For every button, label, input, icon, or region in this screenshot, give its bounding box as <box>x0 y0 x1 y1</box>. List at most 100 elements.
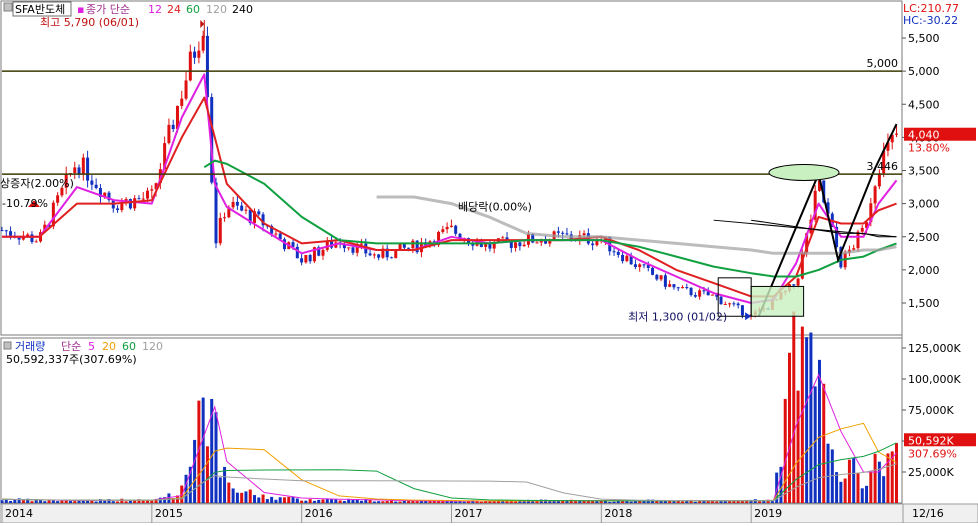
candle-body <box>672 284 676 288</box>
candle-body <box>454 225 458 234</box>
candle-body <box>90 180 94 185</box>
price-ma-label: 종가 단순 <box>86 3 130 16</box>
volume-bar <box>415 501 419 503</box>
candle-body <box>17 237 21 240</box>
volume-bar <box>304 500 308 503</box>
volume-bar <box>13 499 17 503</box>
volume-bar <box>240 492 244 503</box>
stock-chart[interactable]: 5,5005,0004,5004,0003,5003,0002,5002,000… <box>0 0 978 524</box>
volume-bar <box>257 497 261 503</box>
candle-body <box>663 275 667 287</box>
volume-bar <box>338 500 342 503</box>
candle-body <box>591 243 595 246</box>
candle-body <box>702 290 706 292</box>
candle-body <box>441 229 445 232</box>
candle-body <box>612 251 616 253</box>
volume-bar <box>835 472 839 503</box>
volume-bar <box>231 488 235 503</box>
candle-body <box>188 51 192 81</box>
vol-ma-120-label: 120 <box>142 340 163 353</box>
volume-bar <box>895 443 899 503</box>
volume-bar <box>505 501 509 503</box>
accumulation-box[interactable] <box>750 285 805 317</box>
candle-body <box>240 205 244 211</box>
volume-bar <box>312 500 316 503</box>
volume-bar <box>265 499 269 503</box>
volume-bar <box>227 482 231 503</box>
candle-body <box>852 248 856 250</box>
candle-body <box>167 124 171 144</box>
candle-body <box>539 240 543 243</box>
candle-body <box>321 249 325 256</box>
candle-body <box>895 133 899 135</box>
chart-svg[interactable]: 5,5005,0004,5004,0003,5003,0002,5002,000… <box>0 0 978 524</box>
volume-bar <box>377 501 381 503</box>
volume-bar <box>826 443 830 503</box>
candle-body <box>595 240 599 246</box>
chart-background <box>0 0 978 523</box>
volume-bar <box>56 501 60 503</box>
candle-body <box>411 240 415 249</box>
volume-toggle-icon[interactable] <box>3 341 12 350</box>
volume-tick-label: 125,000K <box>908 342 961 355</box>
candle-body <box>133 198 137 209</box>
ma-240-label: 240 <box>232 3 253 16</box>
volume-bar <box>116 501 120 503</box>
candle-body <box>300 258 304 263</box>
candle-body <box>710 294 714 296</box>
volume-bar <box>317 499 321 503</box>
ticker-label[interactable]: SFA반도체 <box>15 3 65 16</box>
level-5000-label: 5,000 <box>867 57 899 70</box>
volume-bar <box>574 501 578 503</box>
candle-body <box>308 255 312 262</box>
volume-bar <box>813 386 817 503</box>
volume-bar <box>394 501 398 503</box>
volume-bar <box>621 501 625 503</box>
volume-bar <box>805 337 809 503</box>
candle-body <box>377 254 381 258</box>
candle-body <box>732 303 736 305</box>
candle-body <box>351 247 355 253</box>
volume-bar <box>214 412 218 503</box>
volume-bar <box>261 494 265 503</box>
candle-body <box>0 230 4 232</box>
level-ref-label: 3,446 <box>867 160 899 173</box>
volume-bar <box>629 501 633 503</box>
candle-body <box>616 251 620 255</box>
capital-increase-pct: -10.79% <box>2 197 48 210</box>
candle-body <box>398 243 402 250</box>
high-annotation: 최고 5,790 (06/01) <box>40 16 139 29</box>
candle-body <box>582 233 586 236</box>
volume-bar <box>184 474 188 503</box>
ma-12-label: 12 <box>148 3 162 16</box>
candle-body <box>873 186 877 204</box>
volume-ma-label: 단순 <box>61 340 81 353</box>
target-ellipse-marker[interactable] <box>768 163 840 181</box>
candle-body <box>34 241 38 243</box>
x-tick-label: 2015 <box>155 507 183 520</box>
candle-body <box>193 51 197 58</box>
volume-axis-pct: 307.69% <box>908 447 957 460</box>
volume-bar <box>205 446 209 503</box>
volume-bar <box>732 501 736 503</box>
candle-body <box>651 267 655 275</box>
candle-body <box>719 296 723 305</box>
price-ma-icon: ▪ <box>77 3 84 16</box>
volume-bar <box>843 478 847 503</box>
volume-axis-value: 50,592K <box>908 434 954 447</box>
panel-toggle-icon[interactable] <box>3 2 13 12</box>
candle-body <box>30 234 34 243</box>
volume-bar <box>514 501 518 503</box>
candle-body <box>295 246 299 259</box>
vol-ma-20-label: 20 <box>102 340 116 353</box>
price-tick-label: 2,000 <box>908 264 940 277</box>
volume-bar <box>467 501 471 503</box>
volume-tick-label: 100,000K <box>908 373 961 386</box>
dividend-annotation: 배당락(0.00%) <box>458 200 532 213</box>
candle-body <box>860 227 864 232</box>
candle-body <box>621 254 625 262</box>
candle-body <box>360 243 364 245</box>
candle-body <box>685 287 689 289</box>
volume-bar <box>342 500 346 503</box>
volume-bar <box>852 458 856 503</box>
